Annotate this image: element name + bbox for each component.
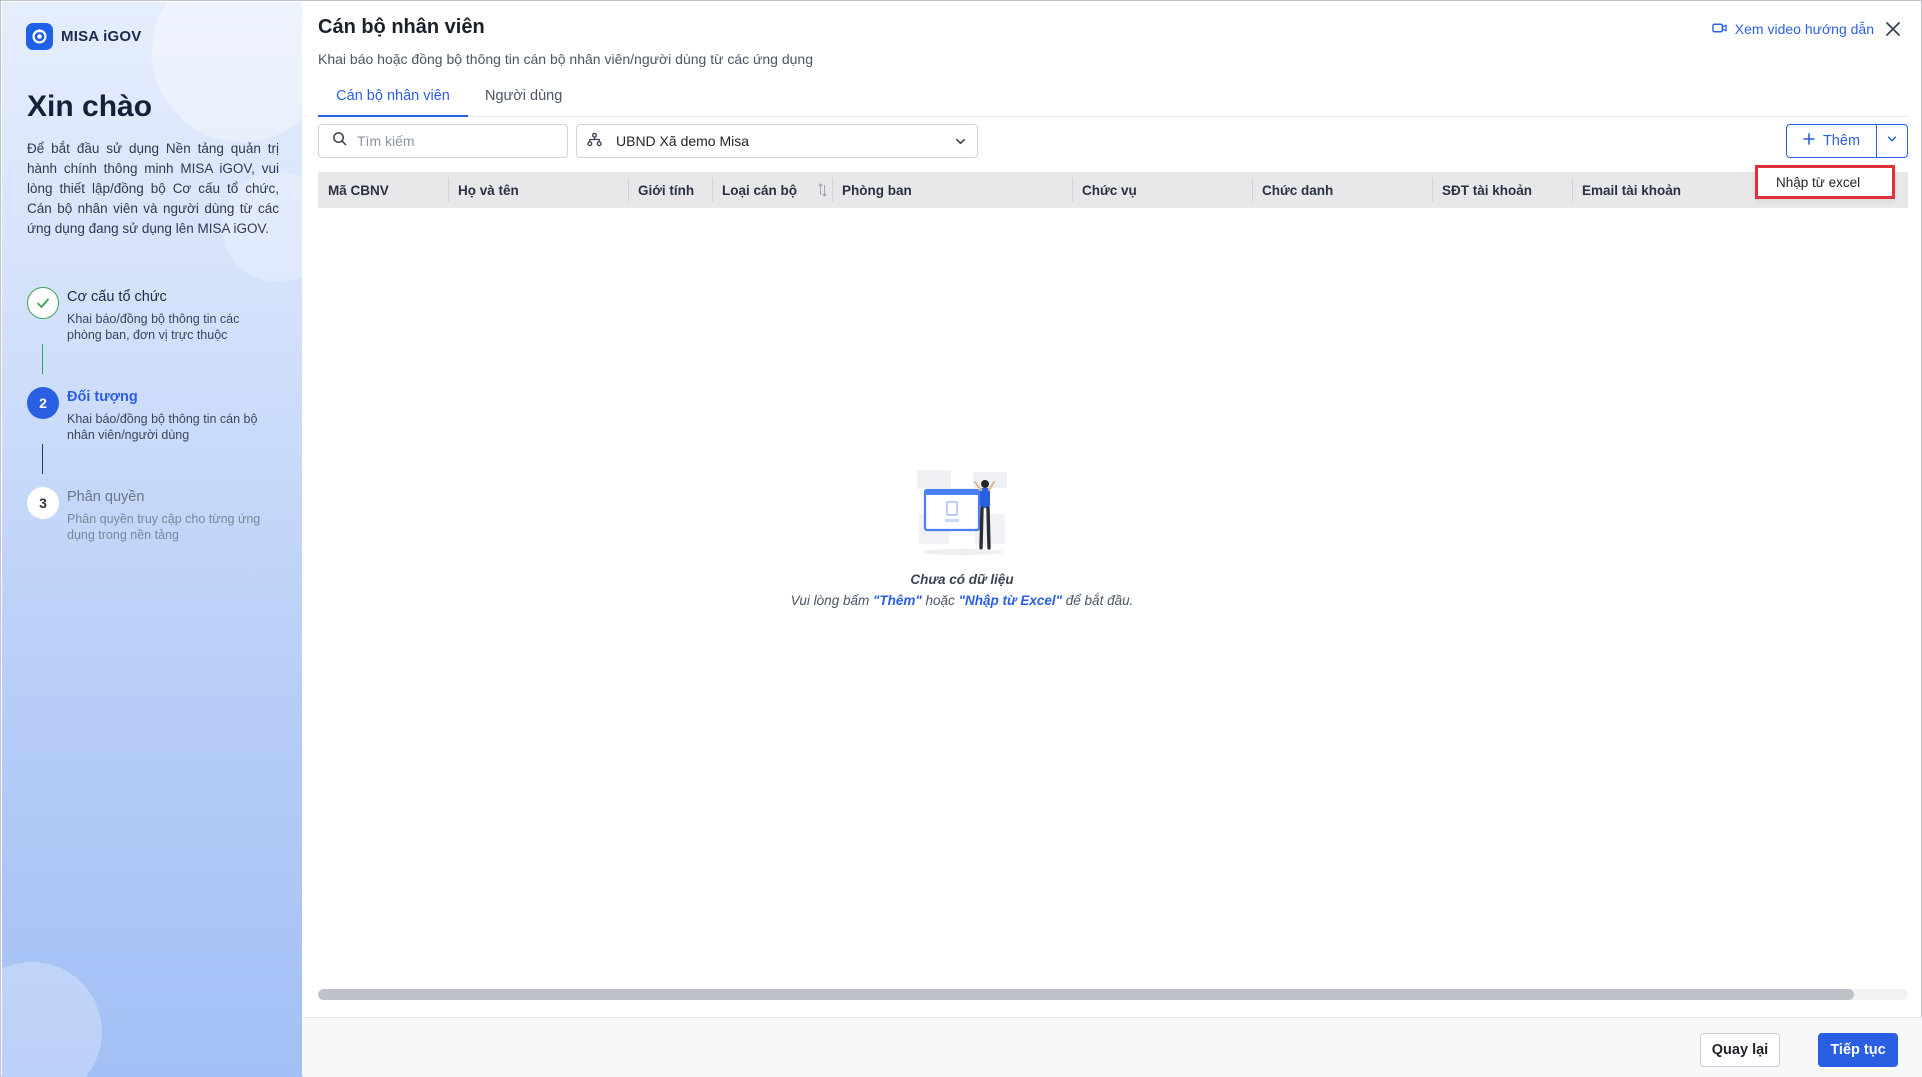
search-box[interactable] [318,124,568,158]
step-title: Cơ cấu tổ chức [67,289,167,305]
app-logo[interactable]: MISA iGOV [26,23,141,50]
column-header[interactable]: Mã CBNV [318,172,448,208]
search-icon [332,131,347,151]
close-icon[interactable] [1882,18,1904,40]
check-icon [27,287,59,319]
app-window: MISA iGOV Xin chào Để bắt đầu sử dụng Nề… [0,0,1922,1077]
column-header[interactable]: Phòng ban [832,172,1072,208]
add-button-group: Thêm [1786,124,1908,158]
horizontal-scrollbar[interactable] [318,989,1908,1000]
page-title: Cán bộ nhân viên [318,16,485,38]
import-excel-link[interactable]: "Nhập từ Excel" [959,593,1062,608]
step-title: Đối tượng [67,389,138,405]
plus-icon [1803,133,1815,149]
help-video-link[interactable]: Xem video hướng dẫn [1712,21,1874,37]
column-header[interactable]: Họ và tên [448,172,628,208]
column-header[interactable]: Loại cán bộ [712,172,832,208]
step-connector [42,344,43,374]
empty-message-text: Vui lòng bấm [790,593,873,608]
tab-users[interactable]: Người dùng [485,84,585,117]
sort-icon[interactable] [818,183,827,202]
greeting-heading: Xin chào [27,90,153,123]
video-camera-icon [1712,21,1727,37]
column-header[interactable]: SĐT tài khoản [1432,172,1572,208]
step-description: Khai báo/đồng bộ thông tin cán bộ nhân v… [67,412,258,442]
step-description: Phân quyền truy cập cho từng ứng dụng tr… [67,512,261,542]
empty-message-text: hoặc [921,593,959,608]
chevron-down-icon [954,135,967,151]
decor-shape [152,2,302,142]
empty-state: Chưa có dữ liệu Vui lòng bấm "Thêm" hoặc… [303,470,1621,608]
column-header[interactable]: Chức vụ [1072,172,1252,208]
add-button-label: Thêm [1822,133,1861,149]
logo-icon [26,23,53,50]
step-title: Phân quyền [67,489,145,505]
empty-illustration [915,470,1009,558]
organization-select[interactable]: UBND Xã demo Misa [576,124,978,158]
step-number: 3 [27,487,59,519]
footer-bar: Quay lại Tiếp tục [303,1017,1922,1077]
add-link[interactable]: "Thêm" [873,593,922,608]
page-subtitle: Khai báo hoặc đồng bộ thông tin cán bộ n… [318,51,813,67]
intro-text: Để bắt đầu sử dụng Nền tảng quản trị hàn… [27,141,279,236]
column-header[interactable]: Giới tính [628,172,712,208]
step-connector [42,444,43,474]
main-panel: Cán bộ nhân viên Khai báo hoặc đồng bộ t… [303,2,1922,1077]
step-number: 2 [27,387,59,419]
tab-bar: Cán bộ nhân viên Người dùng [318,84,1908,117]
tab-staff[interactable]: Cán bộ nhân viên [318,84,468,117]
column-header[interactable]: Email tài khoản [1572,172,1742,208]
import-excel-menu-item[interactable]: Nhập từ excel [1755,165,1895,199]
chevron-down-icon [1886,132,1898,150]
decor-shape [2,962,102,1077]
search-input[interactable] [357,133,547,149]
app-name: MISA iGOV [61,28,142,45]
org-tree-icon [587,132,602,150]
continue-button[interactable]: Tiếp tục [1818,1033,1898,1067]
empty-title: Chưa có dữ liệu [910,572,1014,587]
add-options-toggle[interactable] [1876,124,1908,158]
help-video-label: Xem video hướng dẫn [1734,21,1874,37]
add-button[interactable]: Thêm [1786,124,1876,158]
column-header[interactable]: Chức danh [1252,172,1432,208]
table-header: Mã CBNV Họ và tên Giới tính Loại cán bộ … [318,172,1908,208]
empty-message: Vui lòng bấm "Thêm" hoặc "Nhập từ Excel"… [303,593,1621,608]
scrollbar-thumb[interactable] [318,989,1854,1000]
back-button[interactable]: Quay lại [1700,1033,1780,1067]
step-description: Khai báo/đồng bộ thông tin các phòng ban… [67,312,240,342]
empty-message-text: để bắt đầu. [1062,593,1134,608]
org-select-value: UBND Xã demo Misa [616,133,750,149]
onboarding-sidebar: MISA iGOV Xin chào Để bắt đầu sử dụng Nề… [2,2,302,1077]
